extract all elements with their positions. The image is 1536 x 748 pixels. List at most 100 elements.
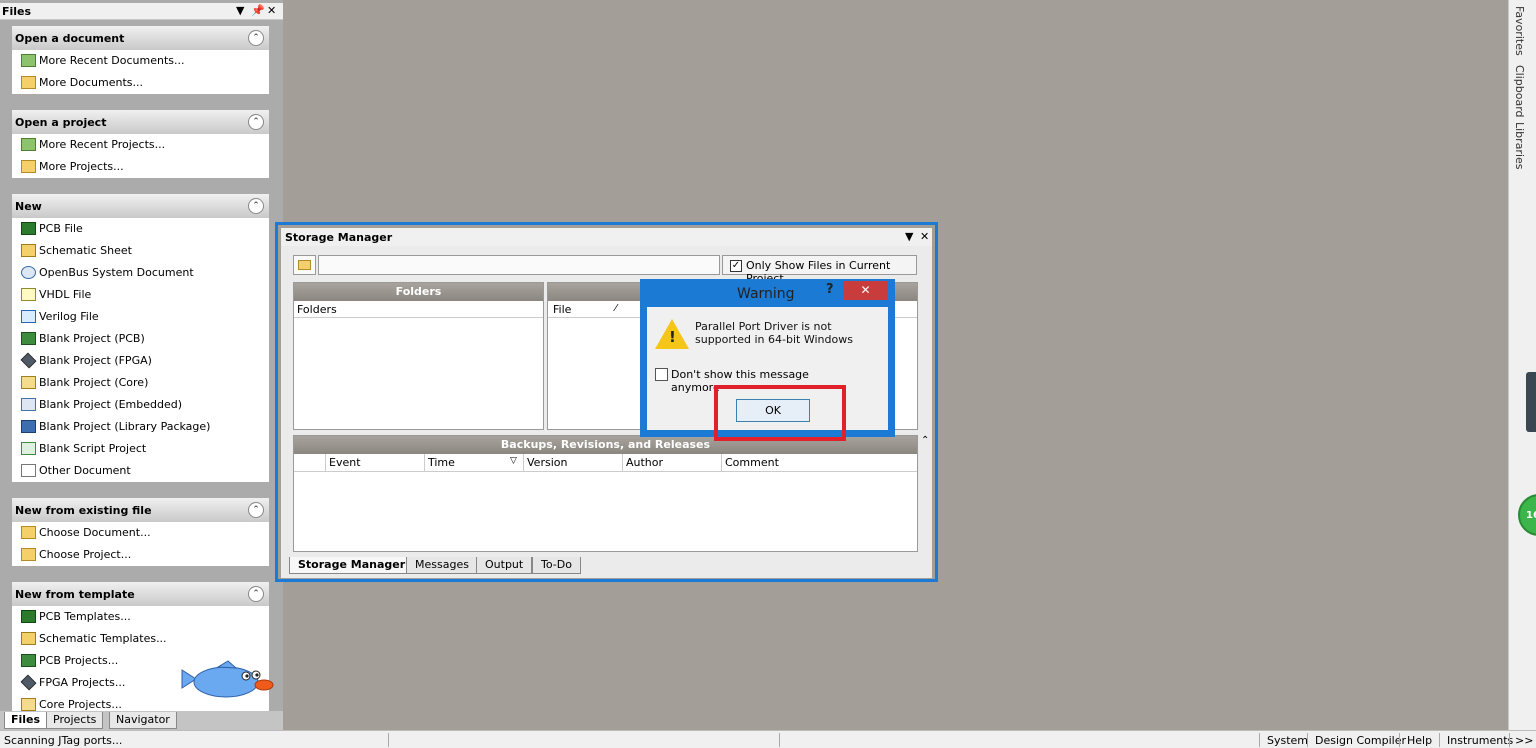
list-item-label: Other Document: [39, 464, 131, 477]
tab-output[interactable]: Output: [476, 557, 533, 574]
section-header[interactable]: Open a project ⌃: [12, 110, 269, 134]
help-button[interactable]: ?: [826, 282, 834, 297]
collapse-icon[interactable]: ⌃: [248, 114, 264, 130]
folder-open-icon: [21, 548, 36, 561]
tab-navigator[interactable]: Navigator: [109, 712, 177, 729]
list-item[interactable]: Verilog File: [12, 306, 269, 328]
list-item-label: FPGA Projects...: [39, 676, 126, 689]
list-item[interactable]: Blank Project (Embedded): [12, 394, 269, 416]
section-header[interactable]: New from existing file ⌃: [12, 498, 269, 522]
section-title: Open a document: [15, 32, 125, 45]
section-open-project: Open a project ⌃ More Recent Projects...…: [12, 110, 269, 178]
backups-pane: Backups, Revisions, and Releases Event T…: [293, 435, 918, 552]
list-item[interactable]: Choose Document...: [12, 522, 269, 544]
list-item-label: PCB Projects...: [39, 654, 119, 667]
files-panel-tabs: Files Projects Navigator: [0, 711, 283, 730]
ok-button-highlight: [714, 385, 846, 441]
column-author[interactable]: Author: [626, 456, 663, 469]
schematic-icon: [21, 244, 36, 257]
status-instruments-button[interactable]: Instruments: [1447, 734, 1513, 747]
section-header[interactable]: Open a document ⌃: [12, 26, 269, 50]
sort-icon: ⁄: [615, 303, 617, 314]
list-item[interactable]: Choose Project...: [12, 544, 269, 566]
list-item[interactable]: Blank Project (PCB): [12, 328, 269, 350]
tab-todo[interactable]: To-Do: [532, 557, 581, 574]
column-time[interactable]: Time: [428, 456, 455, 469]
files-panel: Files ▼ 📌 ✕ Open a document ⌃ More Recen…: [0, 0, 283, 730]
section-header[interactable]: New ⌃: [12, 194, 269, 218]
folder-icon: [298, 260, 311, 270]
list-item[interactable]: PCB File: [12, 218, 269, 240]
fpga-project-icon: [20, 674, 37, 691]
section-header[interactable]: New from template ⌃: [12, 582, 269, 606]
checkbox-unchecked-icon[interactable]: [655, 368, 668, 381]
core-project-icon: [21, 376, 36, 389]
list-item-label: VHDL File: [39, 288, 92, 301]
warning-title: Warning: [737, 286, 795, 302]
edge-grip-handle[interactable]: [1526, 372, 1536, 432]
tab-libraries[interactable]: Libraries: [1513, 122, 1526, 170]
status-more-button[interactable]: >>: [1515, 734, 1533, 747]
folders-column-header[interactable]: Folders: [294, 301, 543, 318]
status-design-compiler-button[interactable]: Design Compiler: [1315, 734, 1406, 747]
list-item[interactable]: More Recent Documents...: [12, 50, 269, 72]
tab-storage-manager[interactable]: Storage Manager: [289, 557, 415, 574]
tab-favorites[interactable]: Favorites: [1513, 6, 1526, 56]
tab-projects[interactable]: Projects: [46, 712, 104, 729]
pin-icon[interactable]: 📌: [251, 4, 265, 17]
close-icon[interactable]: ✕: [267, 4, 276, 17]
only-show-current-checkbox[interactable]: ✓ Only Show Files in Current Project: [722, 255, 917, 285]
status-help-button[interactable]: Help: [1407, 734, 1432, 747]
list-item-label: OpenBus System Document: [39, 266, 194, 279]
section-title: New: [15, 200, 42, 213]
list-item[interactable]: Other Document: [12, 460, 269, 482]
section-title: New from existing file: [15, 504, 152, 517]
status-system-button[interactable]: System: [1267, 734, 1308, 747]
list-item-label: Schematic Templates...: [39, 632, 167, 645]
collapse-icon[interactable]: ⌃: [248, 30, 264, 46]
list-item[interactable]: OpenBus System Document: [12, 262, 269, 284]
list-item[interactable]: Blank Script Project: [12, 438, 269, 460]
list-item-label: Blank Project (PCB): [39, 332, 145, 345]
list-item[interactable]: Blank Project (Library Package): [12, 416, 269, 438]
list-item[interactable]: VHDL File: [12, 284, 269, 306]
collapse-icon[interactable]: ⌃: [921, 435, 929, 446]
collapse-icon[interactable]: ⌃: [248, 586, 264, 602]
fish-mascot-icon: [181, 660, 274, 698]
list-item[interactable]: Schematic Sheet: [12, 240, 269, 262]
path-field[interactable]: [318, 255, 720, 275]
list-item[interactable]: Blank Project (FPGA): [12, 350, 269, 372]
document-icon: [21, 464, 36, 477]
warning-titlebar: Warning ? ✕: [640, 279, 895, 307]
browse-folder-button[interactable]: [293, 255, 316, 275]
folder-open-icon: [21, 526, 36, 539]
tab-files[interactable]: Files: [4, 712, 48, 729]
list-item[interactable]: Schematic Templates...: [12, 628, 269, 650]
verilog-icon: [21, 310, 36, 323]
panel-menu-icon[interactable]: ▼: [905, 230, 913, 243]
list-item-label: Choose Project...: [39, 548, 132, 561]
checkbox-checked-icon[interactable]: ✓: [730, 260, 742, 272]
core-project-icon: [21, 698, 36, 711]
list-item-label: Blank Project (FPGA): [39, 354, 152, 367]
column-version[interactable]: Version: [527, 456, 567, 469]
list-item[interactable]: More Recent Projects...: [12, 134, 269, 156]
collapse-icon[interactable]: ⌃: [248, 502, 264, 518]
list-item[interactable]: Blank Project (Core): [12, 372, 269, 394]
tab-messages[interactable]: Messages: [406, 557, 478, 574]
tab-clipboard[interactable]: Clipboard: [1513, 65, 1526, 118]
list-item[interactable]: PCB Templates...: [12, 606, 269, 628]
column-event[interactable]: Event: [329, 456, 361, 469]
list-item[interactable]: More Projects...: [12, 156, 269, 178]
collapse-icon[interactable]: ⌃: [248, 198, 264, 214]
list-item[interactable]: More Documents...: [12, 72, 269, 94]
warning-message: Parallel Port Driver is not supported in…: [695, 320, 853, 346]
panel-menu-icon[interactable]: ▼: [236, 4, 244, 17]
column-comment[interactable]: Comment: [725, 456, 779, 469]
storage-manager-title: Storage Manager: [285, 231, 393, 244]
pcb-project-icon: [21, 654, 36, 667]
file-column-label: File: [553, 303, 572, 316]
list-item-label: Blank Project (Library Package): [39, 420, 211, 433]
close-button[interactable]: ✕: [843, 281, 888, 300]
close-icon[interactable]: ✕: [920, 230, 929, 243]
